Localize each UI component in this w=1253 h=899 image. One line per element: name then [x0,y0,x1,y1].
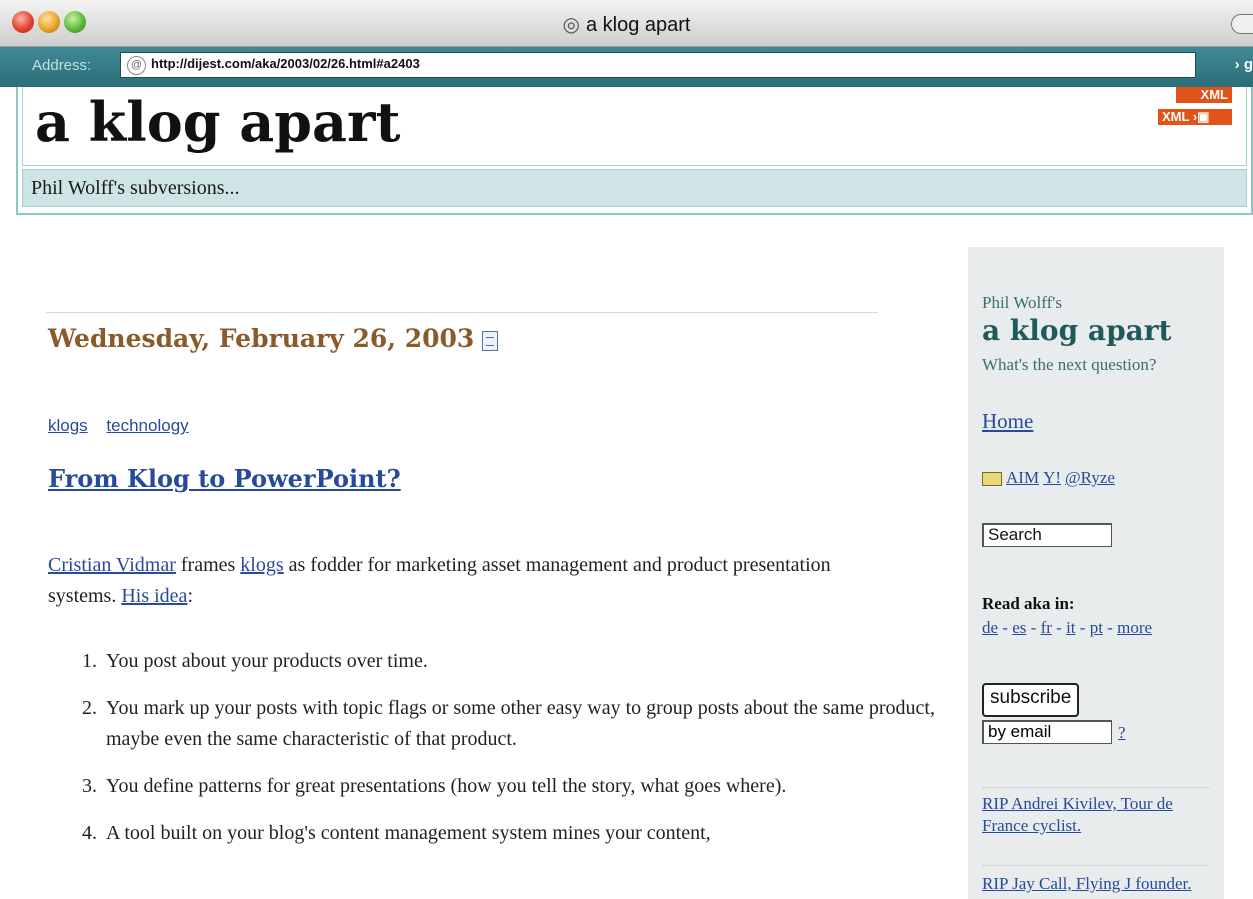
klogs-link[interactable]: klogs [240,554,283,576]
im-links: AIM Y! @Ryze [982,468,1119,488]
site-title: a klog apart [35,90,401,154]
list-item: You define patterns for great presentati… [102,771,942,802]
topic-link-klogs[interactable]: klogs [48,416,88,435]
sidebar-owner: Phil Wolff's [982,293,1062,312]
sidebar-divider [982,865,1210,866]
his-idea-link[interactable]: His idea [121,585,187,607]
email-icon[interactable] [982,472,1002,487]
list-item: You mark up your posts with topic flags … [102,693,942,755]
language-link-de[interactable]: de [982,618,998,637]
home-link[interactable]: Home [982,409,1033,434]
tagline-bar: Phil Wolff's subversions... [22,169,1247,207]
post-date-text: Wednesday, February 26, 2003 [48,324,475,353]
news-link-jay-call[interactable]: RIP Jay Call, Flying J founder. [982,873,1202,895]
address-url[interactable]: http://dijest.com/aka/2003/02/26.html#a2… [151,56,420,71]
news-link-kivilev[interactable]: RIP Andrei Kivilev, Tour de France cycli… [982,793,1202,837]
go-label: g [1243,56,1253,73]
intro-text-3: : [187,585,193,607]
web-page-icon: ◎ [562,14,580,36]
sidebar-divider [982,787,1210,788]
language-link-fr[interactable]: fr [1041,618,1052,637]
list-item: You post about your products over time. [102,646,942,677]
go-button[interactable]: › g [1235,56,1253,73]
aim-link[interactable]: AIM [1006,468,1039,487]
xml-feed-badge[interactable]: XML [1176,87,1232,103]
list-item: A tool built on your blog's content mana… [102,818,942,849]
post-date: Wednesday, February 26, 2003 [48,324,499,353]
address-label: Address: [32,57,92,74]
language-link-more[interactable]: more [1117,618,1152,637]
post-intro: Cristian Vidmar frames klogs as fodder f… [48,550,838,612]
toolbar-toggle-button[interactable] [1231,14,1253,34]
site-tagline: Phil Wolff's subversions... [31,177,240,199]
search-input[interactable]: Search [982,523,1112,547]
xml-feed-badge-alt[interactable]: XML ›▣ [1158,109,1232,125]
page-header: a klog apart XML XML ›▣ Phil Wolff's sub… [16,87,1253,215]
yahoo-link[interactable]: Y! [1043,468,1061,487]
sidebar: Phil Wolff's a klog apart What's the nex… [968,247,1224,899]
date-divider [46,312,878,313]
main-content: Wednesday, February 26, 2003 klogs techn… [46,312,935,844]
topic-link-technology[interactable]: technology [106,416,188,435]
sidebar-title: a klog apart [982,314,1172,347]
ryze-link[interactable]: @Ryze [1065,468,1115,487]
subscribe-button[interactable]: subscribe [982,683,1080,717]
xml-badge-label: XML [1162,109,1190,124]
post-title-link[interactable]: From Klog to PowerPoint? [48,464,401,493]
window-title: ◎ a klog apart [0,12,1253,37]
intro-text-1: frames [175,554,241,576]
address-input[interactable]: @ http://dijest.com/aka/2003/02/26.html#… [120,52,1196,78]
email-subscribe-select[interactable]: by email [982,720,1112,744]
language-link-pt[interactable]: pt [1090,618,1103,637]
subscribe-help-link[interactable]: ? [1118,723,1126,743]
language-links: de - es - fr - it - pt - more [982,618,1153,637]
header-title-box: a klog apart XML XML ›▣ [22,87,1247,166]
author-link[interactable]: Cristian Vidmar [48,554,176,576]
steps-list: You post about your products over time. … [46,646,942,865]
language-link-es[interactable]: es [1012,618,1026,637]
site-icon: @ [127,56,146,75]
language-link-it[interactable]: it [1066,618,1075,637]
address-bar: Address: @ http://dijest.com/aka/2003/02… [0,47,1253,87]
window-title-bar: ◎ a klog apart [0,0,1253,47]
sidebar-question: What's the next question? [982,355,1157,374]
read-in-label: Read aka in: [982,594,1075,613]
permalink-page-icon[interactable] [482,330,499,351]
topic-links: klogs technology [48,416,203,436]
window-title-text: a klog apart [585,14,691,36]
